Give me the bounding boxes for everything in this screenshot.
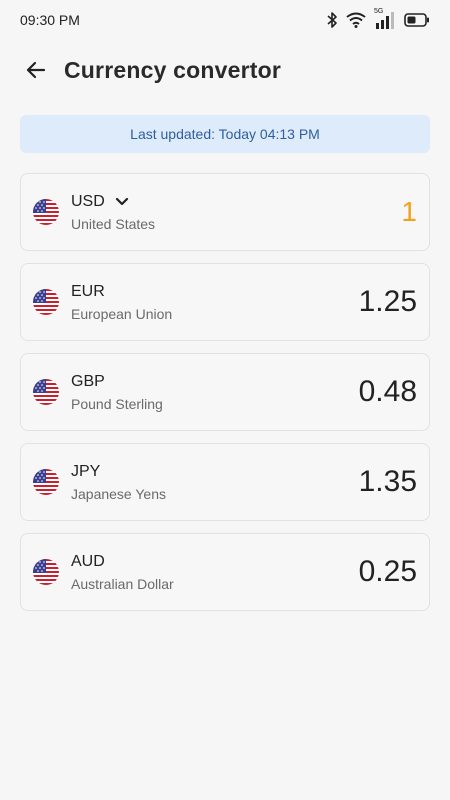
battery-icon	[404, 13, 429, 27]
last-updated-text: Last updated: Today 04:13 PM	[130, 126, 320, 142]
currency-code: EUR	[71, 282, 105, 300]
status-time: 09:30 PM	[20, 12, 80, 28]
converted-amount: 0.48	[358, 375, 417, 408]
currency-name: Pound Sterling	[71, 395, 163, 412]
converted-amount: 0.25	[358, 555, 417, 588]
currency-info: USD United States	[71, 193, 401, 232]
currency-list: USD United States 1 EUR European Union 1…	[20, 173, 430, 611]
converted-amount: 1.35	[358, 465, 417, 498]
currency-row-jpy[interactable]: JPY Japanese Yens 1.35	[20, 443, 430, 521]
currency-name: United States	[71, 215, 156, 232]
last-updated-banner: Last updated: Today 04:13 PM	[20, 115, 430, 153]
currency-code: AUD	[71, 552, 105, 570]
currency-row-aud[interactable]: AUD Australian Dollar 0.25	[20, 533, 430, 611]
currency-name: European Union	[71, 305, 173, 322]
us-flag-icon	[33, 289, 59, 315]
page-title: Currency convertor	[64, 56, 282, 83]
status-icons: 5G	[326, 8, 430, 29]
us-flag-icon	[33, 469, 59, 495]
app-header: Currency convertor	[0, 40, 450, 100]
currency-code: JPY	[71, 462, 101, 480]
cellular-5g-icon: 5G	[374, 8, 396, 29]
converted-amount: 1.25	[358, 285, 417, 318]
us-flag-icon	[33, 379, 59, 405]
currency-name: Japanese Yens	[71, 485, 166, 502]
currency-row-gbp[interactable]: GBP Pound Sterling 0.48	[20, 353, 430, 431]
wifi-icon	[346, 12, 366, 28]
bluetooth-icon	[327, 12, 337, 28]
currency-info: AUD Australian Dollar	[71, 553, 359, 592]
currency-name: Australian Dollar	[71, 575, 174, 592]
back-button[interactable]	[20, 54, 52, 86]
currency-info: GBP Pound Sterling	[71, 373, 359, 412]
currency-code: GBP	[71, 372, 105, 390]
currency-info: EUR European Union	[71, 283, 359, 322]
currency-code-row: USD	[71, 193, 401, 211]
chevron-down-icon[interactable]	[115, 197, 129, 207]
us-flag-icon	[33, 559, 59, 585]
status-bar: 09:30 PM 5G	[0, 0, 450, 40]
currency-row-eur[interactable]: EUR European Union 1.25	[20, 263, 430, 341]
base-amount-input[interactable]: 1	[401, 196, 417, 228]
currency-row-usd[interactable]: USD United States 1	[20, 173, 430, 251]
us-flag-icon	[33, 199, 59, 225]
currency-code: USD	[71, 192, 105, 210]
currency-info: JPY Japanese Yens	[71, 463, 359, 502]
arrow-left-icon	[26, 61, 46, 79]
